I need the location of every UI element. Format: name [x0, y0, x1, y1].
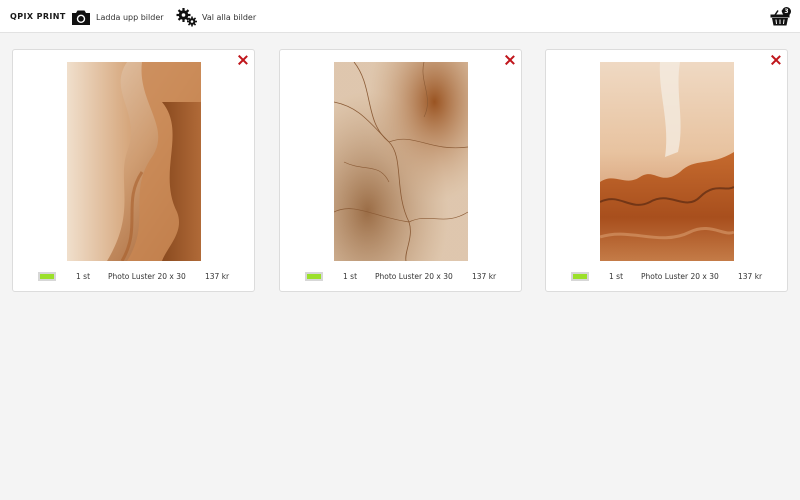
item-quantity[interactable]: 1 st — [343, 272, 357, 281]
print-item-card: 1 st Photo Luster 20 x 30 137 kr — [545, 49, 788, 292]
camera-icon — [70, 7, 92, 27]
item-details: 1 st Photo Luster 20 x 30 137 kr — [546, 270, 787, 284]
remove-item-icon[interactable] — [504, 54, 516, 66]
item-quantity[interactable]: 1 st — [76, 272, 90, 281]
item-quantity[interactable]: 1 st — [609, 272, 623, 281]
item-price: 137 kr — [738, 272, 763, 281]
item-details: 1 st Photo Luster 20 x 30 137 kr — [280, 270, 521, 284]
paper-color-swatch[interactable] — [571, 272, 589, 281]
print-item-card: 1 st Photo Luster 20 x 30 137 kr — [12, 49, 255, 292]
item-product[interactable]: Photo Luster 20 x 30 — [641, 272, 719, 281]
photo-thumbnail[interactable] — [67, 62, 201, 261]
paper-color-swatch[interactable] — [305, 272, 323, 281]
paper-color-swatch[interactable] — [38, 272, 56, 281]
remove-item-icon[interactable] — [237, 54, 249, 66]
item-price: 137 kr — [205, 272, 230, 281]
print-item-card: 1 st Photo Luster 20 x 30 137 kr — [279, 49, 522, 292]
item-product[interactable]: Photo Luster 20 x 30 — [108, 272, 186, 281]
item-product[interactable]: Photo Luster 20 x 30 — [375, 272, 453, 281]
item-details: 1 st Photo Luster 20 x 30 137 kr — [13, 270, 254, 284]
item-price: 137 kr — [472, 272, 497, 281]
photo-thumbnail[interactable] — [334, 62, 468, 261]
select-all-images-button[interactable]: Val alla bilder — [176, 7, 256, 27]
top-bar: QPIX PRINT Ladda upp bilder Val alla bil… — [0, 0, 800, 33]
brand-logo[interactable]: QPIX PRINT — [10, 12, 66, 21]
select-all-images-label: Val alla bilder — [202, 12, 257, 22]
gears-icon — [176, 7, 198, 27]
photo-thumbnail[interactable] — [600, 62, 734, 261]
upload-images-button[interactable]: Ladda upp bilder — [70, 7, 164, 27]
shopping-basket-button[interactable]: 3 — [770, 6, 792, 28]
remove-item-icon[interactable] — [770, 54, 782, 66]
upload-images-label: Ladda upp bilder — [96, 12, 164, 22]
cart-count-badge: 3 — [782, 7, 791, 16]
